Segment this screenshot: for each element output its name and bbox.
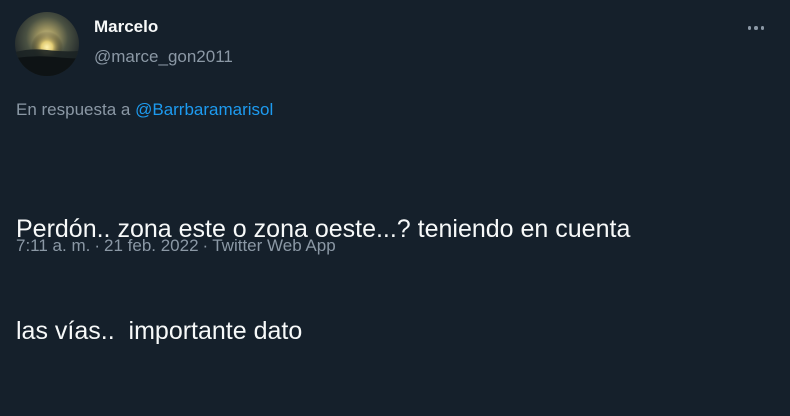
more-horizontal-icon (760, 26, 765, 30)
avatar[interactable] (15, 12, 79, 76)
author-display-name[interactable]: Marcelo (94, 15, 233, 39)
sunset-photo (15, 12, 79, 76)
reply-context: En respuesta a @Barrbaramarisol (16, 98, 273, 122)
tweet-text: Perdón.. zona este o zona oeste...? teni… (16, 144, 776, 416)
more-horizontal-icon (754, 26, 758, 30)
separator: · (202, 236, 209, 255)
reply-mention-link[interactable]: @Barrbaramarisol (135, 100, 273, 119)
more-horizontal-icon (747, 26, 752, 30)
tweet-date[interactable]: 21 feb. 2022 (104, 236, 199, 255)
tweet-time[interactable]: 7:11 a. m. (16, 236, 90, 255)
tweet-source[interactable]: Twitter Web App (212, 236, 335, 255)
reply-prefix: En respuesta a (16, 100, 131, 119)
tweet-metadata: 7:11 a. m. · 21 feb. 2022 · Twitter Web App (16, 234, 336, 258)
more-options-button[interactable] (742, 16, 770, 40)
separator: · (94, 236, 101, 255)
tweet-text-line: las vías.. importante dato (16, 317, 303, 345)
author-handle[interactable]: @marce_gon2011 (94, 45, 233, 69)
author-info: Marcelo @marce_gon2011 (94, 15, 233, 69)
tweet-card: Marcelo @marce_gon2011 En respuesta a @B… (0, 0, 790, 345)
